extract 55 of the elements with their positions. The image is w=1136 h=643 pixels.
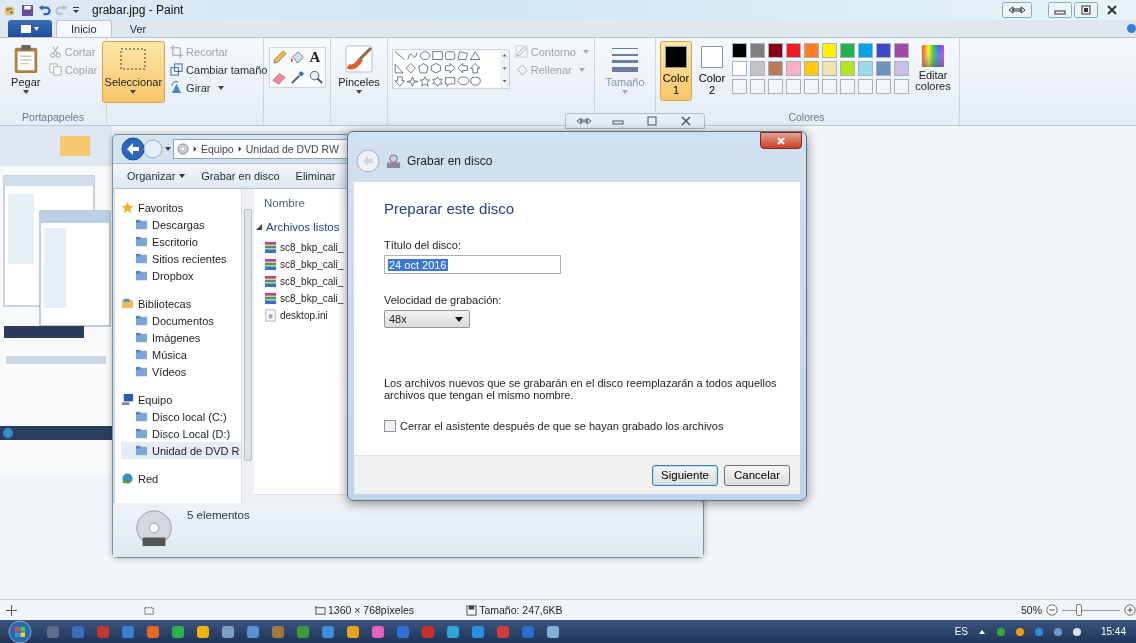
- nav-group-item[interactable]: Equipo: [121, 391, 241, 408]
- language-indicator[interactable]: ES: [954, 626, 968, 637]
- nav-group-item[interactable]: Favoritos: [121, 199, 241, 216]
- file-name[interactable]: sc8_bkp_cali_: [280, 276, 344, 287]
- dialog-heading: Preparar este disco: [384, 200, 515, 217]
- window-title: grabar.jpg - Paint: [92, 3, 184, 17]
- warning-text: Los archivos nuevos que se grabarán en el disco reemplazarán a todos aquellos archivos que tengan el mismo nombre.: [384, 377, 778, 401]
- clock[interactable]: 15:44: [1100, 626, 1126, 637]
- ribbon-tab[interactable]: Inicio: [56, 20, 112, 37]
- toolbar-button[interactable]: Organizar: [125, 168, 188, 184]
- nav-item[interactable]: Vídeos: [121, 363, 241, 380]
- ribbon-tab[interactable]: Ver: [115, 20, 161, 37]
- nav-item[interactable]: Unidad de DVD R: [121, 442, 241, 459]
- dialog-button[interactable]: Siguiente: [652, 464, 718, 486]
- breadcrumb-item[interactable]: Unidad de DVD RW: [245, 143, 339, 155]
- item-count: 5 elementos: [187, 509, 250, 521]
- resize-button[interactable]: Cambiar tamaño: [169, 61, 269, 78]
- file-name[interactable]: sc8_bkp_cali_: [280, 293, 344, 304]
- group-header[interactable]: Archivos listos: [266, 221, 340, 233]
- nav-item[interactable]: Disco local (C:): [121, 408, 241, 425]
- group-label: Colores: [788, 111, 825, 123]
- rotate-button[interactable]: Girar: [169, 79, 269, 96]
- text-tool-button[interactable]: A: [306, 49, 324, 66]
- edit-colors-button[interactable]: Editar colores: [913, 41, 953, 95]
- brushes-button[interactable]: Pinceles: [335, 41, 383, 97]
- toolbar-button[interactable]: Grabar en disco: [199, 168, 282, 184]
- disc-title-field[interactable]: 24 oct 2016: [384, 255, 561, 274]
- file-name[interactable]: desktop.ini: [280, 310, 328, 321]
- nav-item[interactable]: Dropbox: [121, 267, 241, 284]
- nav-item[interactable]: Escritorio: [121, 233, 241, 250]
- nav-item[interactable]: Imágenes: [121, 329, 241, 346]
- color-slot-button[interactable]: Color 1: [660, 41, 692, 101]
- file-size: Tamaño: 247,6KB: [479, 604, 563, 616]
- close-wizard-checkbox[interactable]: Cerrar el asistente después de que se hayan grabado los archivos: [384, 420, 724, 432]
- image-dimensions: 1360 × 768píxeles: [328, 604, 415, 616]
- field-label: Velocidad de grabación:: [384, 294, 502, 306]
- toolbar-button[interactable]: Eliminar: [293, 168, 338, 184]
- nav-item[interactable]: Disco Local (D:): [121, 425, 241, 442]
- nav-group-item[interactable]: Bibliotecas: [121, 295, 241, 312]
- nav-item[interactable]: Sitios recientes: [121, 250, 241, 267]
- group-label: Portapapeles: [22, 111, 84, 123]
- breadcrumb-item[interactable]: Equipo: [201, 143, 234, 155]
- speed-dropdown[interactable]: 48x: [384, 310, 470, 328]
- paste-button[interactable]: Pegar: [7, 41, 44, 97]
- select-button[interactable]: Seleccionar: [101, 41, 166, 103]
- dialog-button[interactable]: Cancelar: [724, 464, 790, 486]
- color-slot-button[interactable]: Color 2: [696, 41, 728, 101]
- file-name[interactable]: sc8_bkp_cali_: [280, 242, 344, 253]
- zoom-level: 50%: [1021, 604, 1042, 616]
- file-name[interactable]: sc8_bkp_cali_: [280, 259, 344, 270]
- nav-item[interactable]: Descargas: [121, 216, 241, 233]
- nav-item[interactable]: Documentos: [121, 312, 241, 329]
- nav-group-item[interactable]: Red: [121, 470, 241, 487]
- nav-item[interactable]: Música: [121, 346, 241, 363]
- field-label: Título del disco:: [384, 239, 462, 251]
